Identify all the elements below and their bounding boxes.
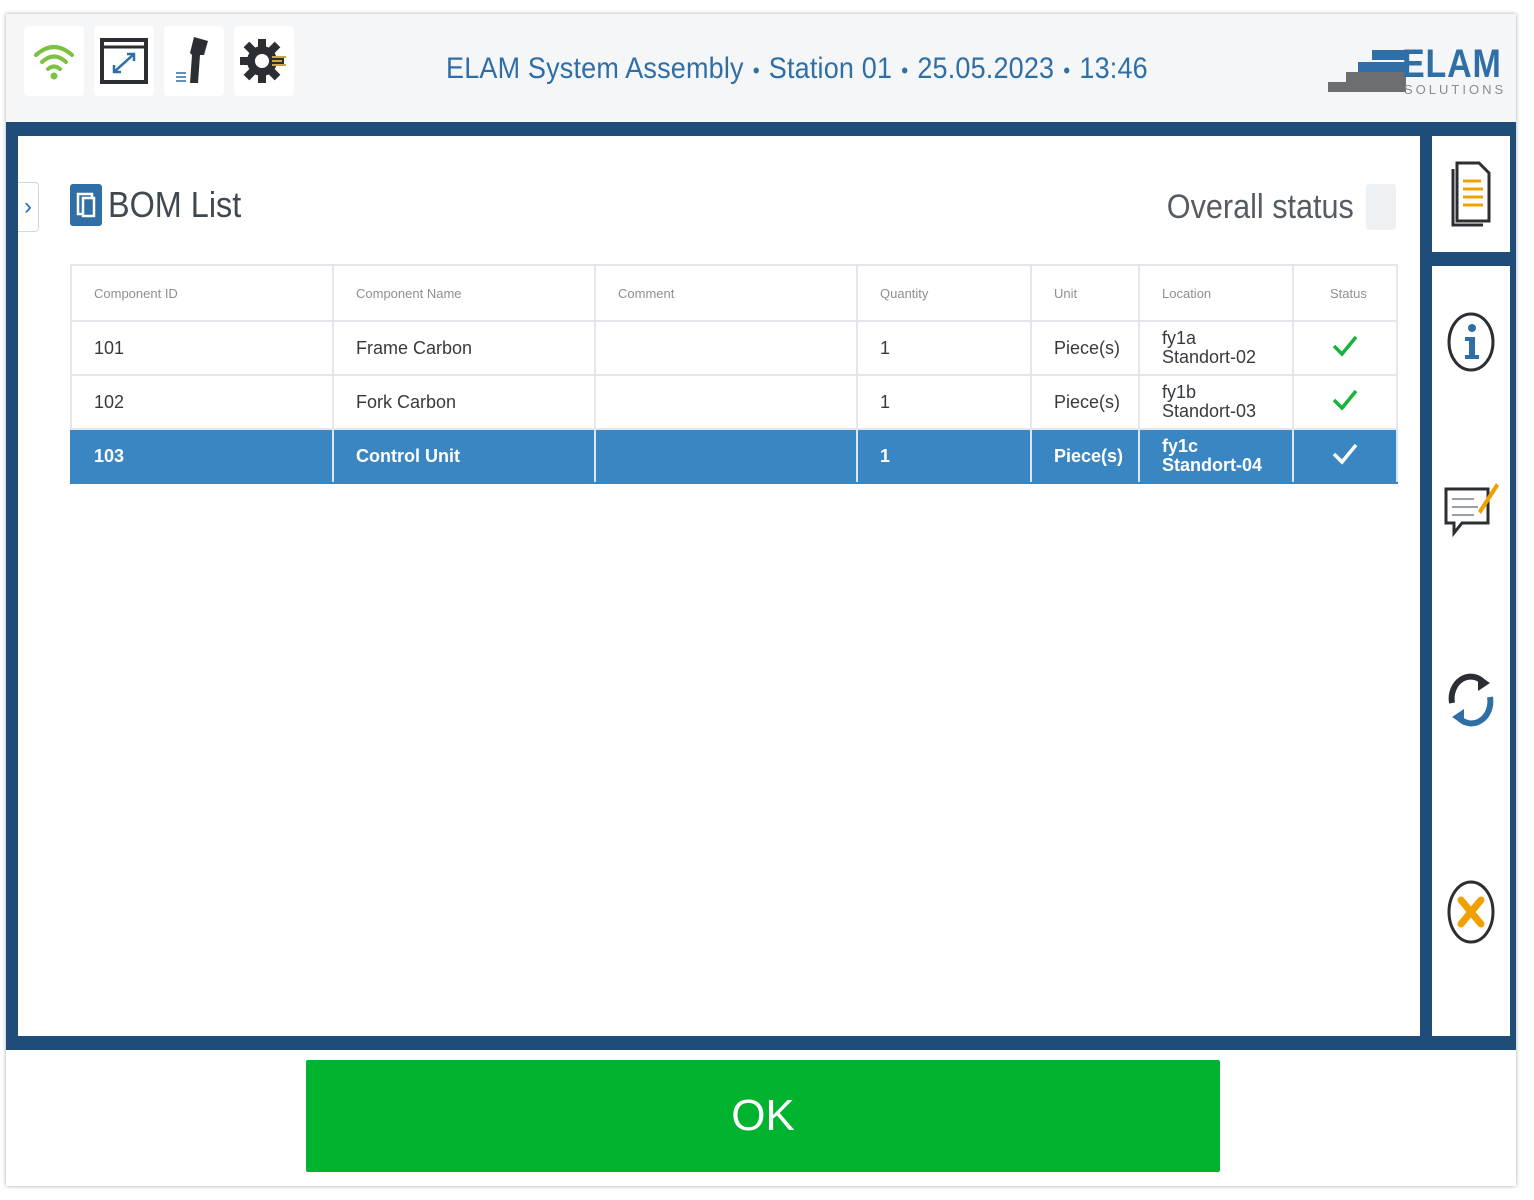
cell-component-id: 103 (70, 428, 334, 484)
checkmark-icon (1332, 389, 1358, 411)
header-bar: ELAM System Assembly • Station 01 • 25.05.20… (6, 14, 1516, 122)
column-header-quantity[interactable]: Quantity (856, 264, 1032, 322)
wifi-icon (34, 45, 74, 80)
fullscreen-icon (100, 38, 148, 84)
current-date: 25.05.2023 (917, 52, 1055, 85)
cell-component-name: Control Unit (332, 428, 596, 484)
expand-panel-button[interactable]: › (18, 182, 39, 232)
refresh-icon (1448, 673, 1494, 727)
overall-status-indicator (1366, 184, 1396, 230)
app-window: ELAM System Assembly • Station 01 • 25.05.20… (6, 14, 1516, 1186)
cell-quantity: 1 (856, 428, 1032, 484)
column-header-unit[interactable]: Unit (1030, 264, 1140, 322)
column-header-component-name[interactable]: Component Name (332, 264, 596, 322)
logo-text: ELAM (1402, 42, 1502, 86)
chevron-right-icon: › (24, 193, 32, 220)
cell-status (1292, 374, 1398, 430)
cell-quantity: 1 (856, 320, 1032, 376)
cancel-icon (1447, 880, 1495, 944)
page-title: BOM List (108, 184, 242, 225)
document-icon (1451, 161, 1491, 227)
settings-icon (240, 39, 286, 83)
overall-status: Overall status (1146, 184, 1396, 230)
cell-comment (594, 428, 858, 484)
table-header-row: Component ID Component Name Comment Quan… (70, 264, 1398, 322)
column-header-comment[interactable]: Comment (594, 264, 858, 322)
cell-component-id: 101 (70, 320, 334, 376)
current-time: 13:46 (1079, 52, 1148, 85)
table-row-selected[interactable]: 103 Control Unit 1 Piece(s) fy1c Standort… (70, 428, 1398, 484)
bom-panel: › BOM List Overall status Component ID C… (18, 136, 1420, 1036)
cell-status (1292, 428, 1398, 484)
scanner-button[interactable] (164, 26, 224, 96)
header-title: ELAM System Assembly • Station 01 • 25.05.20… (446, 52, 1148, 85)
content-area: › BOM List Overall status Component ID C… (6, 122, 1516, 1050)
info-button[interactable] (1432, 302, 1510, 382)
info-icon (1447, 312, 1495, 372)
elam-logo: ELAM SOLUTIONS (1328, 42, 1508, 100)
cell-location: fy1a Standort-02 (1138, 320, 1294, 376)
refresh-button[interactable] (1432, 660, 1510, 740)
barcode-scanner-icon (176, 37, 208, 83)
logo-subtext: SOLUTIONS (1404, 82, 1507, 97)
cell-status (1292, 320, 1398, 376)
cell-component-id: 102 (70, 374, 334, 430)
cell-comment (594, 320, 858, 376)
footer-bar: OK (6, 1050, 1516, 1186)
cell-location: fy1b Standort-03 (1138, 374, 1294, 430)
cell-component-name: Fork Carbon (332, 374, 596, 430)
cell-comment (594, 374, 858, 430)
comment-button[interactable] (1432, 472, 1510, 552)
ok-button[interactable]: OK (306, 1060, 1220, 1172)
cell-location: fy1c Standort-04 (1138, 428, 1294, 484)
column-header-component-id[interactable]: Component ID (70, 264, 334, 322)
cell-unit: Piece(s) (1030, 428, 1140, 484)
cell-unit: Piece(s) (1030, 320, 1140, 376)
fullscreen-button[interactable] (94, 26, 154, 96)
bom-list-icon (70, 184, 102, 226)
document-button[interactable] (1432, 136, 1510, 252)
wifi-button[interactable] (24, 26, 84, 96)
settings-button[interactable] (234, 26, 294, 96)
bom-header: BOM List (70, 184, 256, 226)
comment-edit-icon (1444, 483, 1499, 538)
station-name: Station 01 (768, 52, 893, 85)
column-header-status[interactable]: Status (1292, 264, 1398, 322)
app-name: ELAM System Assembly (446, 52, 744, 85)
table-row[interactable]: 101 Frame Carbon 1 Piece(s) fy1a Standort… (70, 320, 1398, 376)
table-row[interactable]: 102 Fork Carbon 1 Piece(s) fy1b Standort-… (70, 374, 1398, 430)
cancel-button[interactable] (1432, 872, 1510, 952)
column-header-location[interactable]: Location (1138, 264, 1294, 322)
checkmark-icon (1332, 443, 1358, 465)
cell-quantity: 1 (856, 374, 1032, 430)
bom-table: Component ID Component Name Comment Quan… (70, 264, 1398, 484)
overall-status-label: Overall status (1166, 187, 1354, 226)
checkmark-icon (1332, 335, 1358, 357)
right-toolbar (1432, 266, 1510, 1036)
cell-component-name: Frame Carbon (332, 320, 596, 376)
cell-unit: Piece(s) (1030, 374, 1140, 430)
